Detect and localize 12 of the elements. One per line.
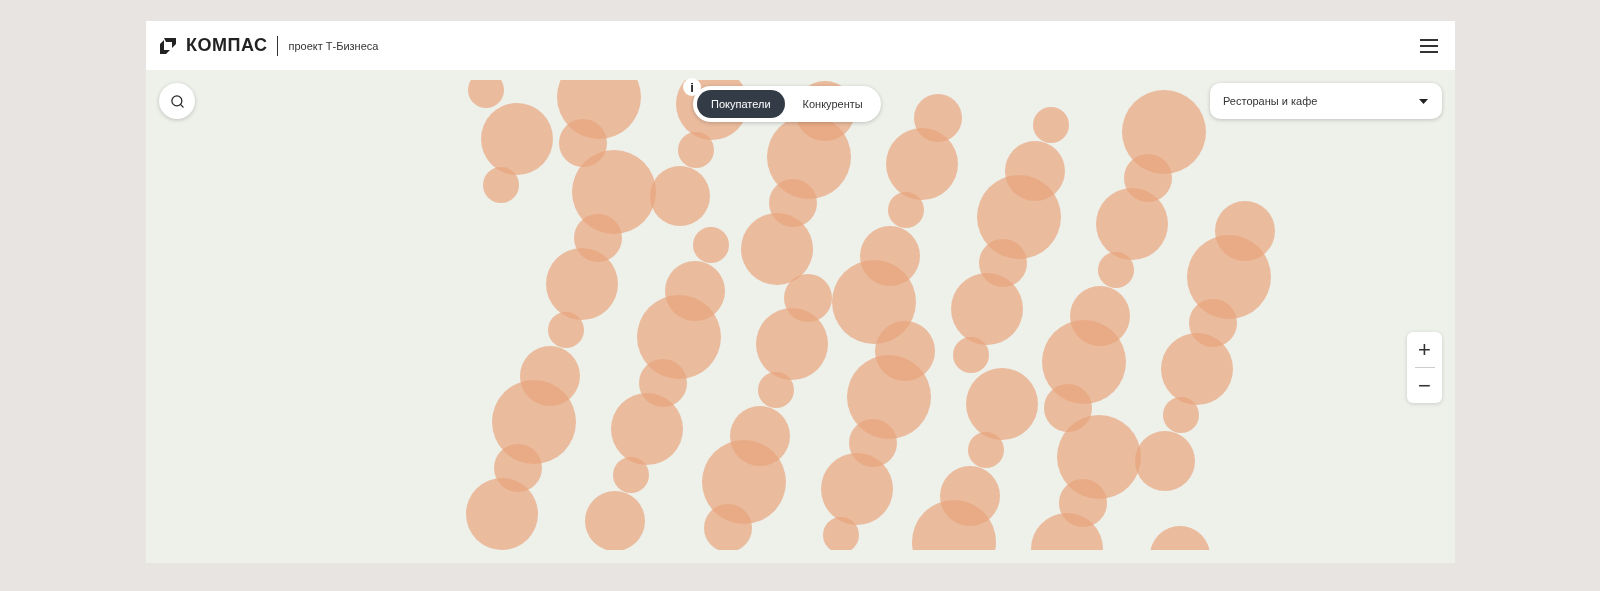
logo-text: КОМПАС <box>186 35 268 56</box>
audience-tab[interactable]: Покупатели <box>697 90 785 118</box>
search-icon <box>169 93 185 109</box>
search-button[interactable] <box>159 83 195 119</box>
logo-icon <box>158 35 178 56</box>
zoom-in-button[interactable]: + <box>1407 332 1442 367</box>
caret-icon <box>1419 98 1428 104</box>
category-select[interactable]: Рестораны и кафе <box>1210 83 1442 119</box>
subtitle: проект Т-Бизнеса <box>288 39 379 52</box>
zoom-out-button[interactable]: − <box>1407 368 1442 403</box>
info-icon[interactable]: i <box>683 78 701 96</box>
audience-tab[interactable]: Конкуренты <box>788 90 877 118</box>
